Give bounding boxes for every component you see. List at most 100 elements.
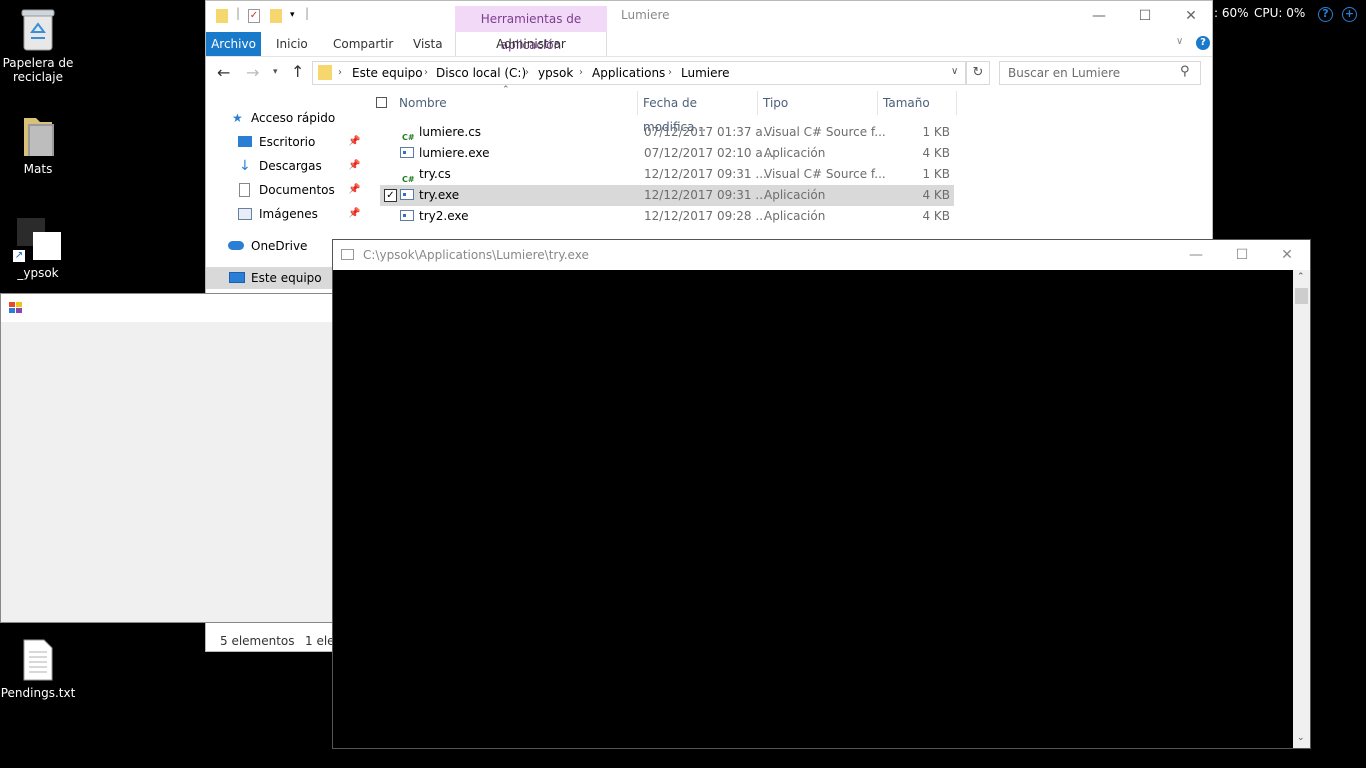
refresh-icon: ↻ <box>972 65 984 80</box>
file-name: try.cs <box>419 167 451 181</box>
desktop-icon-mats[interactable]: Mats <box>0 114 76 176</box>
memory-usage: : 60% <box>1214 6 1249 20</box>
text-file-icon <box>20 638 56 682</box>
file-size: 4 KB <box>922 188 950 202</box>
file-size: 4 KB <box>922 146 950 160</box>
customize-toolbar-icon[interactable]: ▾ <box>290 10 295 20</box>
exe-file-icon <box>400 210 414 221</box>
file-type: Aplicación <box>764 146 826 160</box>
app-icon <box>9 302 22 314</box>
status-item-count: 5 elementos <box>220 634 295 648</box>
expand-ribbon-icon[interactable]: ∨ <box>1176 36 1183 47</box>
recycle-bin-icon <box>20 8 56 52</box>
nav-imagenes[interactable]: Imágenes 📌 <box>206 203 361 225</box>
maximize-button[interactable]: ☐ <box>1219 240 1265 270</box>
desktop-icon-label: _ypsok <box>17 266 59 280</box>
pin-icon[interactable]: 📌 <box>348 179 360 201</box>
file-row-selected[interactable]: ✓ try.exe 12/12/2017 09:31 ... Aplicació… <box>380 185 954 206</box>
minimize-button[interactable]: — <box>1173 240 1219 270</box>
gauge-icon[interactable]: ? <box>1318 7 1333 22</box>
breadcrumb-item[interactable]: Disco local (C:) <box>436 62 526 84</box>
folder-icon <box>20 114 56 158</box>
up-arrow-icon[interactable]: ↑ <box>291 62 304 81</box>
file-size: 1 KB <box>922 125 950 139</box>
pin-icon[interactable]: 📌 <box>348 131 360 153</box>
title-bar[interactable]: C:\ypsok\Applications\Lumiere\try.exe — … <box>333 240 1310 270</box>
file-name: lumiere.cs <box>419 125 482 139</box>
maximize-button[interactable]: ☐ <box>1122 1 1168 31</box>
tab-administrar[interactable]: Administrar <box>455 32 607 56</box>
file-type: Aplicación <box>764 209 826 223</box>
scrollbar-thumb[interactable] <box>1295 288 1308 304</box>
nav-escritorio[interactable]: Escritorio 📌 <box>206 131 361 153</box>
tab-inicio[interactable]: Inicio <box>276 32 308 56</box>
nav-documentos[interactable]: Documentos 📌 <box>206 179 361 201</box>
breadcrumb-item[interactable]: Lumiere <box>681 62 730 84</box>
window-title: C:\ypsok\Applications\Lumiere\try.exe <box>363 248 589 262</box>
folder-icon <box>318 65 332 80</box>
column-header-size[interactable]: Tamaño <box>883 91 953 115</box>
nav-descargas[interactable]: ↓ Descargas 📌 <box>206 155 361 177</box>
close-button[interactable]: ✕ <box>1168 1 1212 31</box>
column-header-type[interactable]: Tipo <box>763 91 877 115</box>
properties-icon[interactable]: ✓ <box>248 9 260 23</box>
tab-compartir[interactable]: Compartir <box>333 32 393 56</box>
new-folder-icon[interactable] <box>270 9 282 23</box>
sort-ascending-icon: ⌃ <box>502 85 510 95</box>
row-checkbox[interactable]: ✓ <box>384 189 397 202</box>
minimize-button[interactable]: — <box>1076 1 1122 31</box>
file-date: 07/12/2017 01:37 a... <box>644 125 775 139</box>
desktop-icon-label: Pendings.txt <box>0 686 76 700</box>
file-name: lumiere.exe <box>419 146 490 160</box>
file-date: 12/12/2017 09:28 ... <box>644 209 767 223</box>
cloud-icon <box>228 241 244 250</box>
file-size: 4 KB <box>922 209 950 223</box>
tab-vista[interactable]: Vista <box>413 32 443 56</box>
exe-file-icon <box>400 189 414 200</box>
desktop-icon-pendings[interactable]: Pendings.txt <box>0 638 76 700</box>
file-name: try2.exe <box>419 209 469 223</box>
scroll-up-icon[interactable]: ⌃ <box>1297 272 1305 282</box>
plus-icon[interactable]: + <box>1342 7 1357 22</box>
recent-locations-icon[interactable]: ▾ <box>273 67 278 77</box>
close-button[interactable]: ✕ <box>1264 240 1310 270</box>
desktop-icon-ypsok[interactable]: ↗ _ypsok <box>0 218 76 280</box>
cpu-usage: CPU: 0% <box>1254 6 1306 20</box>
vertical-scrollbar[interactable]: ⌃ ⌄ <box>1293 270 1310 748</box>
scroll-down-icon[interactable]: ⌄ <box>1297 733 1305 743</box>
breadcrumb-item[interactable]: Applications <box>592 62 665 84</box>
file-row[interactable]: C# lumiere.cs 07/12/2017 01:37 a... Visu… <box>380 122 954 143</box>
file-date: 12/12/2017 09:31 ... <box>644 188 767 202</box>
file-date: 07/12/2017 02:10 a... <box>644 146 775 160</box>
forward-arrow-icon[interactable]: → <box>246 63 259 82</box>
download-icon: ↓ <box>239 158 251 174</box>
address-bar[interactable]: › Este equipo › Disco local (C:) › ypsok… <box>312 61 966 85</box>
pin-icon[interactable]: 📌 <box>348 203 360 225</box>
search-input[interactable]: Buscar en Lumiere ⚲ <box>999 61 1201 85</box>
file-row[interactable]: lumiere.exe 07/12/2017 02:10 a... Aplica… <box>380 143 954 164</box>
computer-icon <box>229 272 245 283</box>
file-row[interactable]: try2.exe 12/12/2017 09:28 ... Aplicación… <box>380 206 954 227</box>
back-arrow-icon[interactable]: ← <box>217 63 230 82</box>
breadcrumb-item[interactable]: ypsok <box>538 62 573 84</box>
desktop-icon-recycle-bin[interactable]: Papelera de reciclaje <box>0 8 76 84</box>
folder-icon[interactable] <box>216 9 228 23</box>
tab-archivo[interactable]: Archivo <box>206 32 261 56</box>
column-header-date[interactable]: Fecha de modifica... <box>643 91 757 134</box>
nav-quick-access[interactable]: ★ Acceso rápido <box>206 107 361 129</box>
column-header-name[interactable]: Nombre <box>399 91 635 115</box>
file-row[interactable]: C# try.cs 12/12/2017 09:31 ... Visual C#… <box>380 164 954 185</box>
file-type: Visual C# Source f... <box>764 167 886 181</box>
desktop-icon <box>238 136 252 147</box>
refresh-button[interactable]: ↻ <box>966 61 990 85</box>
pin-icon[interactable]: 📌 <box>348 155 360 177</box>
help-icon[interactable]: ? <box>1196 36 1210 50</box>
breadcrumb-item[interactable]: Este equipo <box>352 62 423 84</box>
select-all-checkbox[interactable] <box>376 97 387 108</box>
documents-icon <box>239 183 250 197</box>
shortcut-icon: ↗ <box>13 218 61 262</box>
exe-file-icon <box>400 147 414 158</box>
search-icon: ⚲ <box>1180 64 1190 79</box>
file-type: Aplicación <box>764 188 826 202</box>
address-dropdown-icon[interactable]: ∨ <box>951 66 958 77</box>
